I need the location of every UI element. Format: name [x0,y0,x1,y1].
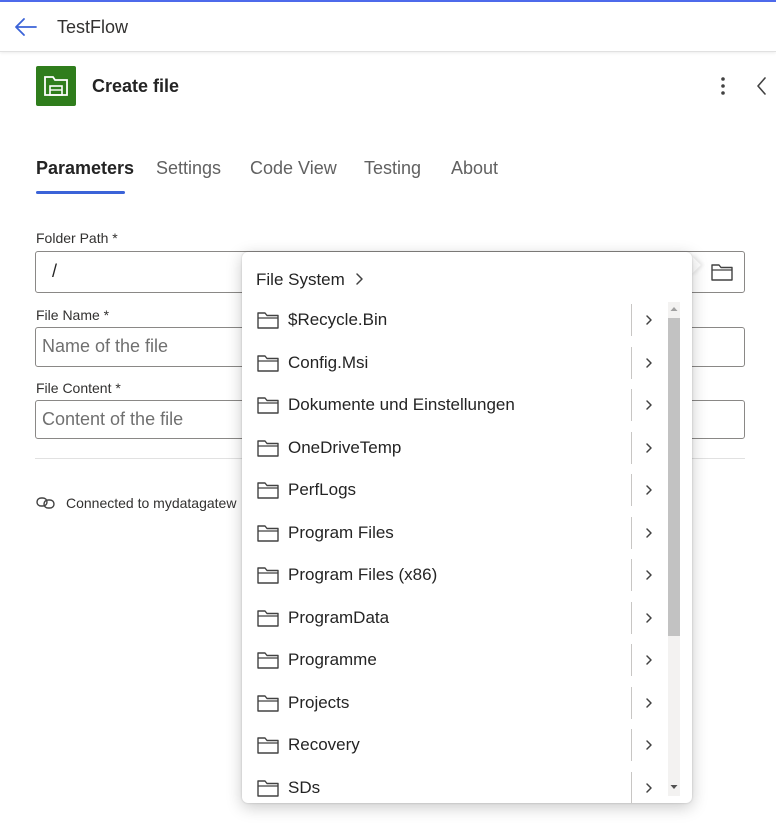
expand-chevron-icon[interactable] [642,524,656,542]
folder-icon [256,608,280,628]
folder-item[interactable]: OneDriveTemp [242,427,662,469]
row-separator [631,304,632,336]
flow-header: TestFlow [0,2,776,52]
folder-item[interactable]: $Recycle.Bin [242,299,662,341]
folder-icon [256,778,280,798]
folder-icon [256,693,280,713]
folder-icon [256,438,280,458]
back-arrow-icon[interactable] [12,14,40,40]
folder-item-label: ProgramData [288,607,390,627]
expand-chevron-icon[interactable] [642,439,656,457]
row-separator [631,644,632,676]
row-separator [631,729,632,761]
expand-chevron-icon[interactable] [642,566,656,584]
expand-chevron-icon[interactable] [642,651,656,669]
folder-icon [256,523,280,543]
tab-code-view[interactable]: Code View [250,158,337,179]
folder-icon [256,310,280,330]
scroll-up-icon[interactable] [668,302,680,316]
folder-item[interactable]: Projects [242,682,662,724]
folder-item[interactable]: PerfLogs [242,469,662,511]
expand-chevron-icon[interactable] [642,354,656,372]
connection-status: Connected to mydatagatew [66,495,237,511]
expand-chevron-icon[interactable] [642,481,656,499]
folder-item-label: Config.Msi [288,352,369,372]
more-options-icon[interactable] [714,74,732,98]
row-separator [631,771,632,803]
row-separator [631,686,632,719]
expand-chevron-icon[interactable] [642,736,656,754]
file-name-placeholder: Name of the file [42,336,169,356]
folder-item[interactable]: Programme [242,639,662,681]
folder-item-label: $Recycle.Bin [288,310,388,329]
expand-chevron-icon[interactable] [642,694,656,712]
folder-item[interactable]: Recovery [242,724,662,766]
expand-chevron-icon[interactable] [642,609,656,627]
folder-item[interactable]: ProgramData [242,597,662,639]
folder-icon [256,565,280,585]
flow-title: TestFlow [57,17,129,37]
chevron-right-icon [354,270,366,288]
file-content-label: File Content * [36,380,121,396]
folder-item[interactable]: SDs [242,767,662,803]
folder-item-label: PerfLogs [288,480,357,499]
folder-icon [256,480,280,500]
folder-item[interactable]: Config.Msi [242,342,662,384]
folder-item-label: OneDriveTemp [288,437,402,457]
file-name-label: File Name * [36,307,110,323]
file-content-placeholder: Content of the file [42,409,184,429]
link-icon [36,495,56,511]
action-title: Create file [92,76,180,96]
chevron-left-icon[interactable] [753,74,771,98]
tab-settings[interactable]: Settings [156,158,221,179]
row-separator [631,346,632,379]
folder-item-label: Programme [288,650,377,669]
row-separator [631,389,632,421]
scroll-down-icon[interactable] [668,780,680,794]
folder-item-label: Program Files (x86) [288,565,438,584]
folder-item-label: Program Files [288,522,394,542]
folder-item[interactable]: Program Files [242,512,662,554]
folder-item-label: SDs [288,777,321,797]
folder-item[interactable]: Program Files (x86) [242,554,662,596]
row-separator [631,516,632,549]
scrollbar-thumb[interactable] [668,318,680,636]
folder-icon [256,735,280,755]
expand-chevron-icon[interactable] [642,311,656,329]
row-separator [631,559,632,591]
folder-path-label: Folder Path * [36,230,118,246]
folder-item-label: Projects [288,692,350,712]
tab-testing[interactable]: Testing [364,158,421,179]
expand-chevron-icon[interactable] [642,396,656,414]
folder-icon [256,650,280,670]
tab-about[interactable]: About [451,158,498,179]
folder-icon [256,353,280,373]
folder-picker-popup: File System $Recycle.Bin Config.Msi Dokume… [242,252,692,803]
folder-browse-icon[interactable] [710,261,734,283]
folder-item[interactable]: Dokumente und Einstellungen [242,384,662,426]
breadcrumb-file-system[interactable]: File System [256,270,345,290]
folder-path-value: / [52,261,58,281]
tab-parameters[interactable]: Parameters [36,158,134,179]
expand-chevron-icon[interactable] [642,779,656,797]
folder-item-label: Dokumente und Einstellungen [288,395,515,414]
folder-icon [256,395,280,415]
folder-item-label: Recovery [288,735,360,754]
row-separator [631,601,632,634]
file-system-icon [36,66,76,106]
active-tab-indicator [36,191,125,194]
row-separator [631,474,632,506]
row-separator [631,431,632,464]
